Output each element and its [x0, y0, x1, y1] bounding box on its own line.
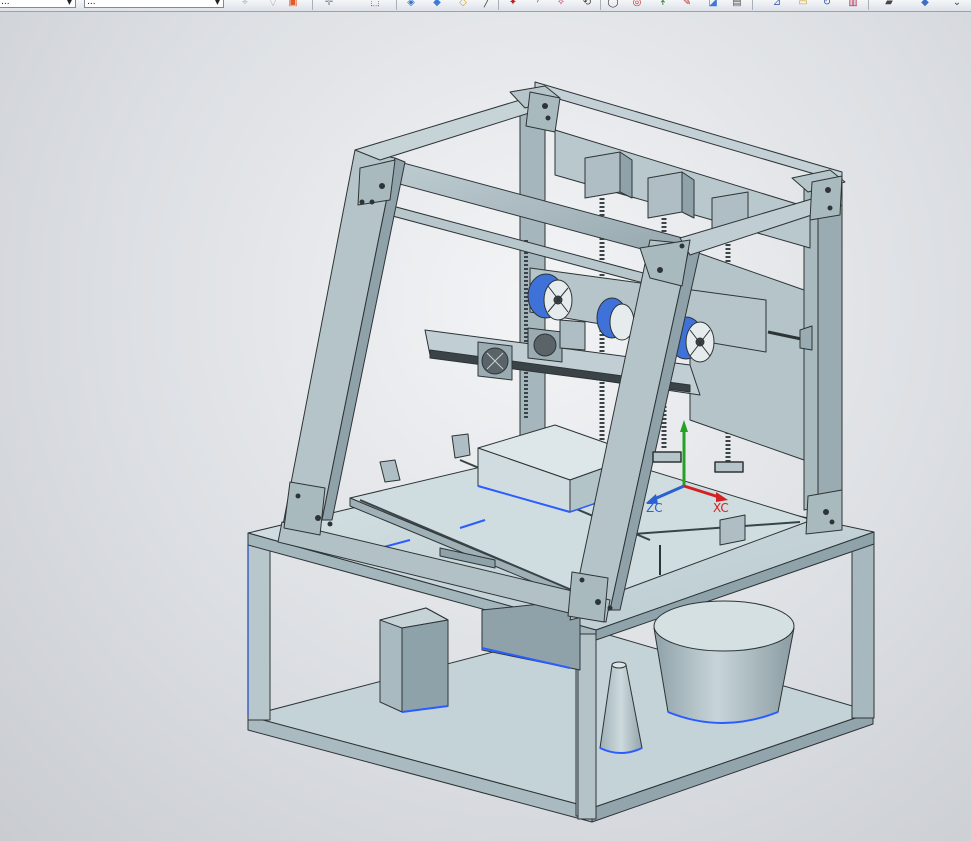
selection-filter-value: ...	[1, 0, 10, 7]
chart-icon[interactable]: ▥	[846, 0, 860, 9]
plane-icon[interactable]: ◪	[706, 0, 720, 9]
snap-point-icon[interactable]: ⌖	[238, 0, 252, 9]
bucket-container	[653, 600, 795, 724]
toolbar-separator	[868, 0, 869, 10]
arc-icon[interactable]: ◜	[532, 0, 546, 9]
box-icon[interactable]: ▰	[882, 0, 896, 9]
circle-icon[interactable]: ◯	[606, 0, 620, 9]
marquee-select-icon[interactable]: ⬚	[368, 0, 382, 9]
assembly-scope-value: ...	[87, 0, 96, 7]
line-icon[interactable]: ╱	[480, 0, 494, 9]
rotate-icon[interactable]: ⟲	[580, 0, 594, 9]
folder-icon[interactable]: ▭	[796, 0, 810, 9]
orient-view-icon[interactable]: ◈	[404, 0, 418, 9]
assembly-scope-combo[interactable]: ... ▼	[84, 0, 224, 8]
extruder-fan	[527, 327, 563, 363]
top-toolbar: ... ▼ ... ▼ ⌖ ▽ ▣ ✛ ⬚ ◈ ◆ ◇ ╱ ✦ ◜ ✧ ⟲ ◯ ◎ ↟ ✎ ◪ ▤ ⊿ ▭ ↻ ▥ ▰ ◆ ⌄	[0, 0, 971, 12]
tangent-icon[interactable]: ◎	[630, 0, 644, 9]
axis-icon[interactable]: ↟	[656, 0, 670, 9]
refresh-icon[interactable]: ↻	[820, 0, 834, 9]
chevron-down-icon: ▼	[66, 0, 73, 6]
electronics-box	[379, 607, 449, 713]
graphics-viewport[interactable]: ZC XC	[0, 12, 971, 841]
display-style-icon[interactable]: ◇	[456, 0, 470, 9]
cube-icon[interactable]: ◆	[918, 0, 932, 9]
move-icon[interactable]: ✛	[322, 0, 336, 9]
shaded-view-icon[interactable]: ◆	[430, 0, 444, 9]
toolbar-separator	[752, 0, 753, 10]
select-feature-icon[interactable]: ▣	[286, 0, 300, 9]
chevron-down-icon: ▼	[214, 0, 221, 6]
triad-zc-label: ZC	[646, 501, 663, 515]
sketch-point-icon[interactable]: ✦	[506, 0, 520, 9]
stepper-motor	[584, 151, 633, 199]
stepper-motor	[647, 171, 695, 219]
toolbar-separator	[396, 0, 397, 10]
toolbar-separator	[312, 0, 313, 10]
pen-icon[interactable]: ✎	[680, 0, 694, 9]
toolbar-separator	[498, 0, 499, 10]
filter-icon[interactable]: ▽	[266, 0, 280, 9]
measure-icon[interactable]: ⊿	[770, 0, 784, 9]
more-icon[interactable]: ⌄	[950, 0, 964, 9]
snap-end-icon[interactable]: ✧	[554, 0, 568, 9]
extruder-fan	[477, 341, 513, 381]
selection-filter-combo[interactable]: ... ▼	[0, 0, 76, 8]
assembly-3d-model: ZC XC	[247, 81, 875, 823]
toolbar-separator	[600, 0, 601, 10]
layer-icon[interactable]: ▤	[730, 0, 744, 9]
triad-xc-label: XC	[713, 501, 729, 515]
